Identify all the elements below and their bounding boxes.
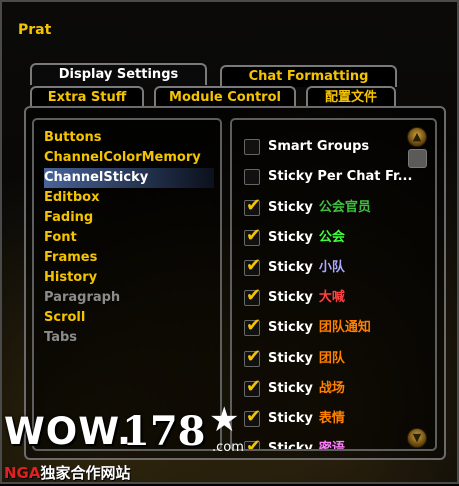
tab-display-settings[interactable]: Display Settings: [30, 63, 207, 85]
option-label: Sticky: [268, 381, 313, 396]
site-watermark: WOW. 178 ★ .com NGA独家合作网站: [2, 400, 267, 486]
tab-extra-stuff[interactable]: Extra Stuff: [30, 86, 144, 108]
tab-module-control[interactable]: Module Control: [154, 86, 296, 108]
checkmark-icon: ✔: [246, 257, 262, 276]
module-list: Buttons ChannelColorMemory ChannelSticky…: [32, 118, 222, 451]
checkmark-icon: ✔: [246, 287, 262, 306]
tab-chat-formatting[interactable]: Chat Formatting: [220, 65, 397, 87]
option-sticky-emote[interactable]: ✔ Sticky 表情: [244, 408, 419, 430]
watermark-wow: WOW.: [4, 410, 133, 453]
checkbox[interactable]: ✔: [244, 227, 262, 246]
option-sticky-raid-warning[interactable]: ✔ Sticky 团队通知: [244, 317, 419, 339]
option-channel: 公会官员: [318, 200, 371, 215]
checkbox[interactable]: ✔: [244, 317, 262, 336]
checkbox[interactable]: ✔: [244, 257, 262, 276]
module-item-editbox[interactable]: Editbox: [44, 188, 216, 208]
option-label: Smart Groups: [268, 139, 370, 154]
option-label: Sticky: [268, 230, 313, 245]
module-item-history[interactable]: History: [44, 268, 216, 288]
checkmark-icon: ✔: [246, 227, 262, 246]
checkmark-icon: ✔: [246, 378, 262, 397]
checkbox[interactable]: [244, 139, 260, 155]
module-item-scroll[interactable]: Scroll: [44, 308, 216, 328]
module-item-channelcolormemory[interactable]: ChannelColorMemory: [44, 148, 216, 168]
scrollbar-thumb[interactable]: [408, 149, 427, 168]
option-sticky-officer[interactable]: ✔ Sticky 公会官员: [244, 197, 419, 219]
watermark-nga: NGA独家合作网站: [4, 462, 131, 483]
module-item-fading[interactable]: Fading: [44, 208, 216, 228]
window-title: Prat: [18, 22, 52, 38]
option-sticky-per-chat-frame[interactable]: Sticky Per Chat Fr...: [244, 166, 419, 188]
checkmark-icon: ✔: [246, 317, 262, 336]
checkbox[interactable]: ✔: [244, 197, 262, 216]
option-channel: 团队: [318, 351, 345, 366]
option-label: Sticky: [268, 260, 313, 275]
checkmark-icon: ✔: [246, 197, 262, 216]
option-sticky-battleground[interactable]: ✔ Sticky 战场: [244, 378, 419, 400]
watermark-nga-text: 独家合作网站: [40, 464, 131, 482]
option-channel: 小队: [318, 260, 345, 275]
checkmark-icon: ✔: [246, 348, 262, 367]
checkbox[interactable]: [244, 169, 260, 185]
option-channel: 团队通知: [318, 320, 371, 335]
option-sticky-party[interactable]: ✔ Sticky 小队: [244, 257, 419, 279]
module-item-channelsticky[interactable]: ChannelSticky: [44, 168, 214, 188]
option-label: Sticky: [268, 411, 313, 426]
option-channel: 表情: [318, 411, 345, 426]
module-item-paragraph[interactable]: Paragraph: [44, 288, 216, 308]
scroll-up-icon[interactable]: ▲: [407, 127, 427, 147]
option-label: Sticky: [268, 290, 313, 305]
option-sticky-guild[interactable]: ✔ Sticky 公会: [244, 227, 419, 249]
options-panel: Smart Groups Sticky Per Chat Fr... ✔ Sti…: [230, 118, 437, 451]
option-label: Sticky Per Chat Fr...: [268, 169, 413, 184]
watermark-com: .com: [212, 440, 244, 455]
option-channel: 大喊: [318, 290, 345, 305]
option-label: Sticky: [268, 441, 313, 451]
option-label: Sticky: [268, 320, 313, 335]
prat-window: Prat Display Settings Chat Formatting Ex…: [0, 0, 459, 484]
module-item-frames[interactable]: Frames: [44, 248, 216, 268]
watermark-number: 178: [122, 408, 206, 455]
checkbox[interactable]: ✔: [244, 348, 262, 367]
module-item-tabs[interactable]: Tabs: [44, 328, 216, 348]
star-icon: ★: [209, 400, 240, 440]
scroll-down-icon[interactable]: ▼: [407, 428, 427, 448]
module-item-font[interactable]: Font: [44, 228, 216, 248]
tab-profiles[interactable]: 配置文件: [306, 86, 396, 108]
option-sticky-yell[interactable]: ✔ Sticky 大喊: [244, 287, 419, 309]
option-label: Sticky: [268, 351, 313, 366]
option-smart-groups[interactable]: Smart Groups: [244, 136, 419, 158]
checkbox[interactable]: ✔: [244, 287, 262, 306]
option-channel: 公会: [318, 230, 345, 245]
option-sticky-whisper[interactable]: ✔ Sticky 密语: [244, 438, 419, 451]
option-channel: 战场: [318, 381, 345, 396]
option-label: Sticky: [268, 200, 313, 215]
module-item-buttons[interactable]: Buttons: [44, 128, 216, 148]
checkbox[interactable]: ✔: [244, 378, 262, 397]
option-channel: 密语: [318, 441, 345, 451]
watermark-nga-prefix: NGA: [4, 464, 41, 482]
option-sticky-raid[interactable]: ✔ Sticky 团队: [244, 348, 419, 370]
